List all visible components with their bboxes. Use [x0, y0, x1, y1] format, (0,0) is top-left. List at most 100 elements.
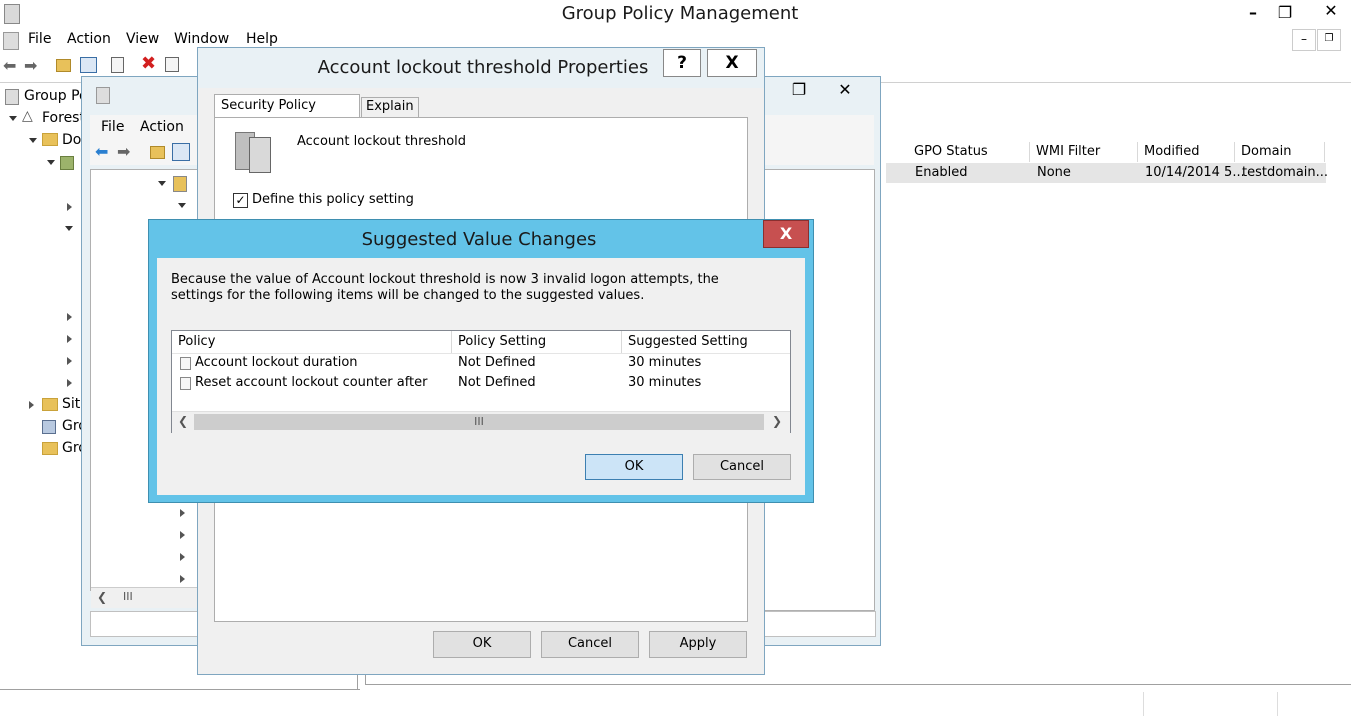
suggested-dialog: Suggested Value Changes X Because the va…: [148, 219, 814, 503]
expand-arrow-icon[interactable]: [29, 138, 37, 143]
col-policy[interactable]: Policy: [172, 331, 452, 353]
status-bar-divider: [1277, 692, 1278, 716]
collapse-arrow-icon[interactable]: [67, 203, 72, 211]
row-setting: Not Defined: [458, 355, 536, 370]
expand-arrow-icon[interactable]: [47, 160, 55, 165]
scroll-left-icon[interactable]: ❮: [178, 414, 188, 428]
child-restore-button[interactable]: ❐: [782, 79, 816, 103]
collapse-arrow-icon[interactable]: [67, 357, 72, 365]
col-modified[interactable]: Modified: [1138, 142, 1235, 162]
collapse-arrow-icon[interactable]: [180, 553, 185, 561]
properties-dialog-title: Account lockout threshold Properties: [317, 57, 649, 78]
col-suggested-setting[interactable]: Suggested Setting: [622, 331, 790, 353]
define-policy-checkbox[interactable]: ✓: [233, 193, 248, 208]
forward-arrow-icon[interactable]: ➡: [24, 56, 37, 75]
collapse-arrow-icon[interactable]: [67, 335, 72, 343]
properties-ok-button[interactable]: OK: [433, 631, 531, 658]
suggested-body: Because the value of Account lockout thr…: [157, 258, 805, 495]
suggested-dialog-title: Suggested Value Changes: [361, 229, 597, 250]
row-setting: Not Defined: [458, 375, 536, 390]
back-arrow-icon[interactable]: ⬅: [3, 56, 16, 75]
menu-help[interactable]: Help: [246, 31, 278, 47]
bottom-divider: [0, 689, 360, 690]
scroll-left-icon[interactable]: ❮: [97, 590, 107, 604]
gp-results-icon: [42, 442, 58, 455]
list-item[interactable]: Account lockout duration Not Defined 30 …: [172, 354, 790, 374]
col-policy-setting[interactable]: Policy Setting: [452, 331, 622, 353]
back-arrow-icon[interactable]: ⬅: [95, 142, 108, 161]
properties-close-button[interactable]: X: [707, 49, 757, 77]
col-gpo-status[interactable]: GPO Status: [908, 142, 1030, 162]
server-policy-icon-front: [249, 137, 271, 173]
properties-icon[interactable]: [165, 57, 179, 72]
delete-icon[interactable]: ✖: [141, 53, 156, 74]
collapse-arrow-icon[interactable]: [67, 313, 72, 321]
cell-wmi-filter: None: [1037, 165, 1071, 180]
col-domain[interactable]: Domain: [1235, 142, 1325, 162]
suggested-message: Because the value of Account lockout thr…: [171, 272, 719, 303]
suggested-list: Policy Policy Setting Suggested Setting …: [171, 330, 791, 433]
list-item[interactable]: Reset account lockout counter after Not …: [172, 374, 790, 394]
collapse-arrow-icon[interactable]: [29, 401, 34, 409]
app-icon: [4, 4, 20, 24]
tree-root-label[interactable]: Group Po: [24, 88, 88, 104]
menu-action[interactable]: Action: [67, 31, 111, 47]
menu-window[interactable]: Window: [174, 31, 229, 47]
scroll-thumb[interactable]: III: [194, 414, 764, 430]
child-tree-scrollbar[interactable]: ❮ III: [91, 587, 198, 608]
scroll-thumb-grip[interactable]: III: [123, 590, 133, 603]
tab-security-policy-setting[interactable]: Security Policy Setting: [214, 94, 360, 135]
child-menu-file[interactable]: File: [101, 119, 124, 135]
collapse-arrow-icon[interactable]: [180, 509, 185, 517]
mdi-minimize-button[interactable]: –: [1292, 29, 1316, 51]
collapse-arrow-icon[interactable]: [180, 575, 185, 583]
horizontal-scrollbar[interactable]: ❮ III ❯: [172, 411, 790, 433]
expand-arrow-icon[interactable]: [158, 181, 166, 186]
row-suggested: 30 minutes: [628, 375, 702, 390]
mdi-restore-button[interactable]: ❐: [1317, 29, 1341, 51]
main-title-bar: Group Policy Management – ❐ ✕: [0, 0, 1351, 28]
show-hide-tree-icon[interactable]: [172, 143, 190, 161]
up-folder-icon[interactable]: [56, 59, 71, 72]
child-title-icon: [96, 87, 110, 104]
suggested-list-header: Policy Policy Setting Suggested Setting: [172, 331, 790, 354]
menu-file[interactable]: File: [28, 31, 51, 47]
forward-arrow-icon[interactable]: ➡: [117, 142, 130, 161]
tree-domains-label[interactable]: Do: [62, 132, 81, 148]
suggested-cancel-button[interactable]: Cancel: [693, 454, 791, 480]
show-hide-tree-icon[interactable]: [80, 57, 97, 73]
up-folder-icon[interactable]: [150, 146, 165, 159]
collapse-arrow-icon[interactable]: [180, 531, 185, 539]
collapse-arrow-icon[interactable]: [67, 379, 72, 387]
sites-icon: [42, 398, 58, 411]
help-button[interactable]: ?: [663, 49, 701, 77]
tab-explain[interactable]: Explain: [361, 97, 419, 119]
col-wmi-filter[interactable]: WMI Filter: [1030, 142, 1138, 162]
scroll-right-icon[interactable]: ❯: [772, 414, 782, 428]
gpm-root-icon: [5, 89, 19, 105]
expand-arrow-icon[interactable]: [65, 226, 73, 231]
tree-forest-label[interactable]: Forest: [42, 110, 85, 126]
child-close-button[interactable]: ✕: [828, 79, 862, 103]
table-row[interactable]: Enabled None 10/14/2014 5... testdomain.…: [886, 163, 1328, 183]
properties-apply-button[interactable]: Apply: [649, 631, 747, 658]
properties-cancel-button[interactable]: Cancel: [541, 631, 639, 658]
expand-arrow-icon[interactable]: [178, 203, 186, 208]
row-policy: Reset account lockout counter after: [195, 375, 428, 390]
close-button[interactable]: ✕: [1314, 0, 1348, 24]
minimize-button[interactable]: –: [1236, 2, 1270, 26]
menu-icon: [3, 32, 19, 50]
main-toolbar: ⬅ ➡ ✖: [0, 53, 200, 78]
suggested-close-button[interactable]: X: [763, 220, 809, 248]
menu-view[interactable]: View: [126, 31, 159, 47]
expand-arrow-icon[interactable]: [9, 116, 17, 121]
child-menu-action[interactable]: Action: [140, 119, 184, 135]
row-suggested: 30 minutes: [628, 355, 702, 370]
define-policy-label[interactable]: Define this policy setting: [252, 192, 414, 207]
clipboard-icon[interactable]: [111, 57, 124, 73]
pane-splitter[interactable]: [357, 674, 358, 690]
row-policy: Account lockout duration: [195, 355, 358, 370]
suggested-ok-button[interactable]: OK: [585, 454, 683, 480]
restore-button[interactable]: ❐: [1268, 2, 1302, 26]
policy-doc-icon: [180, 357, 191, 370]
